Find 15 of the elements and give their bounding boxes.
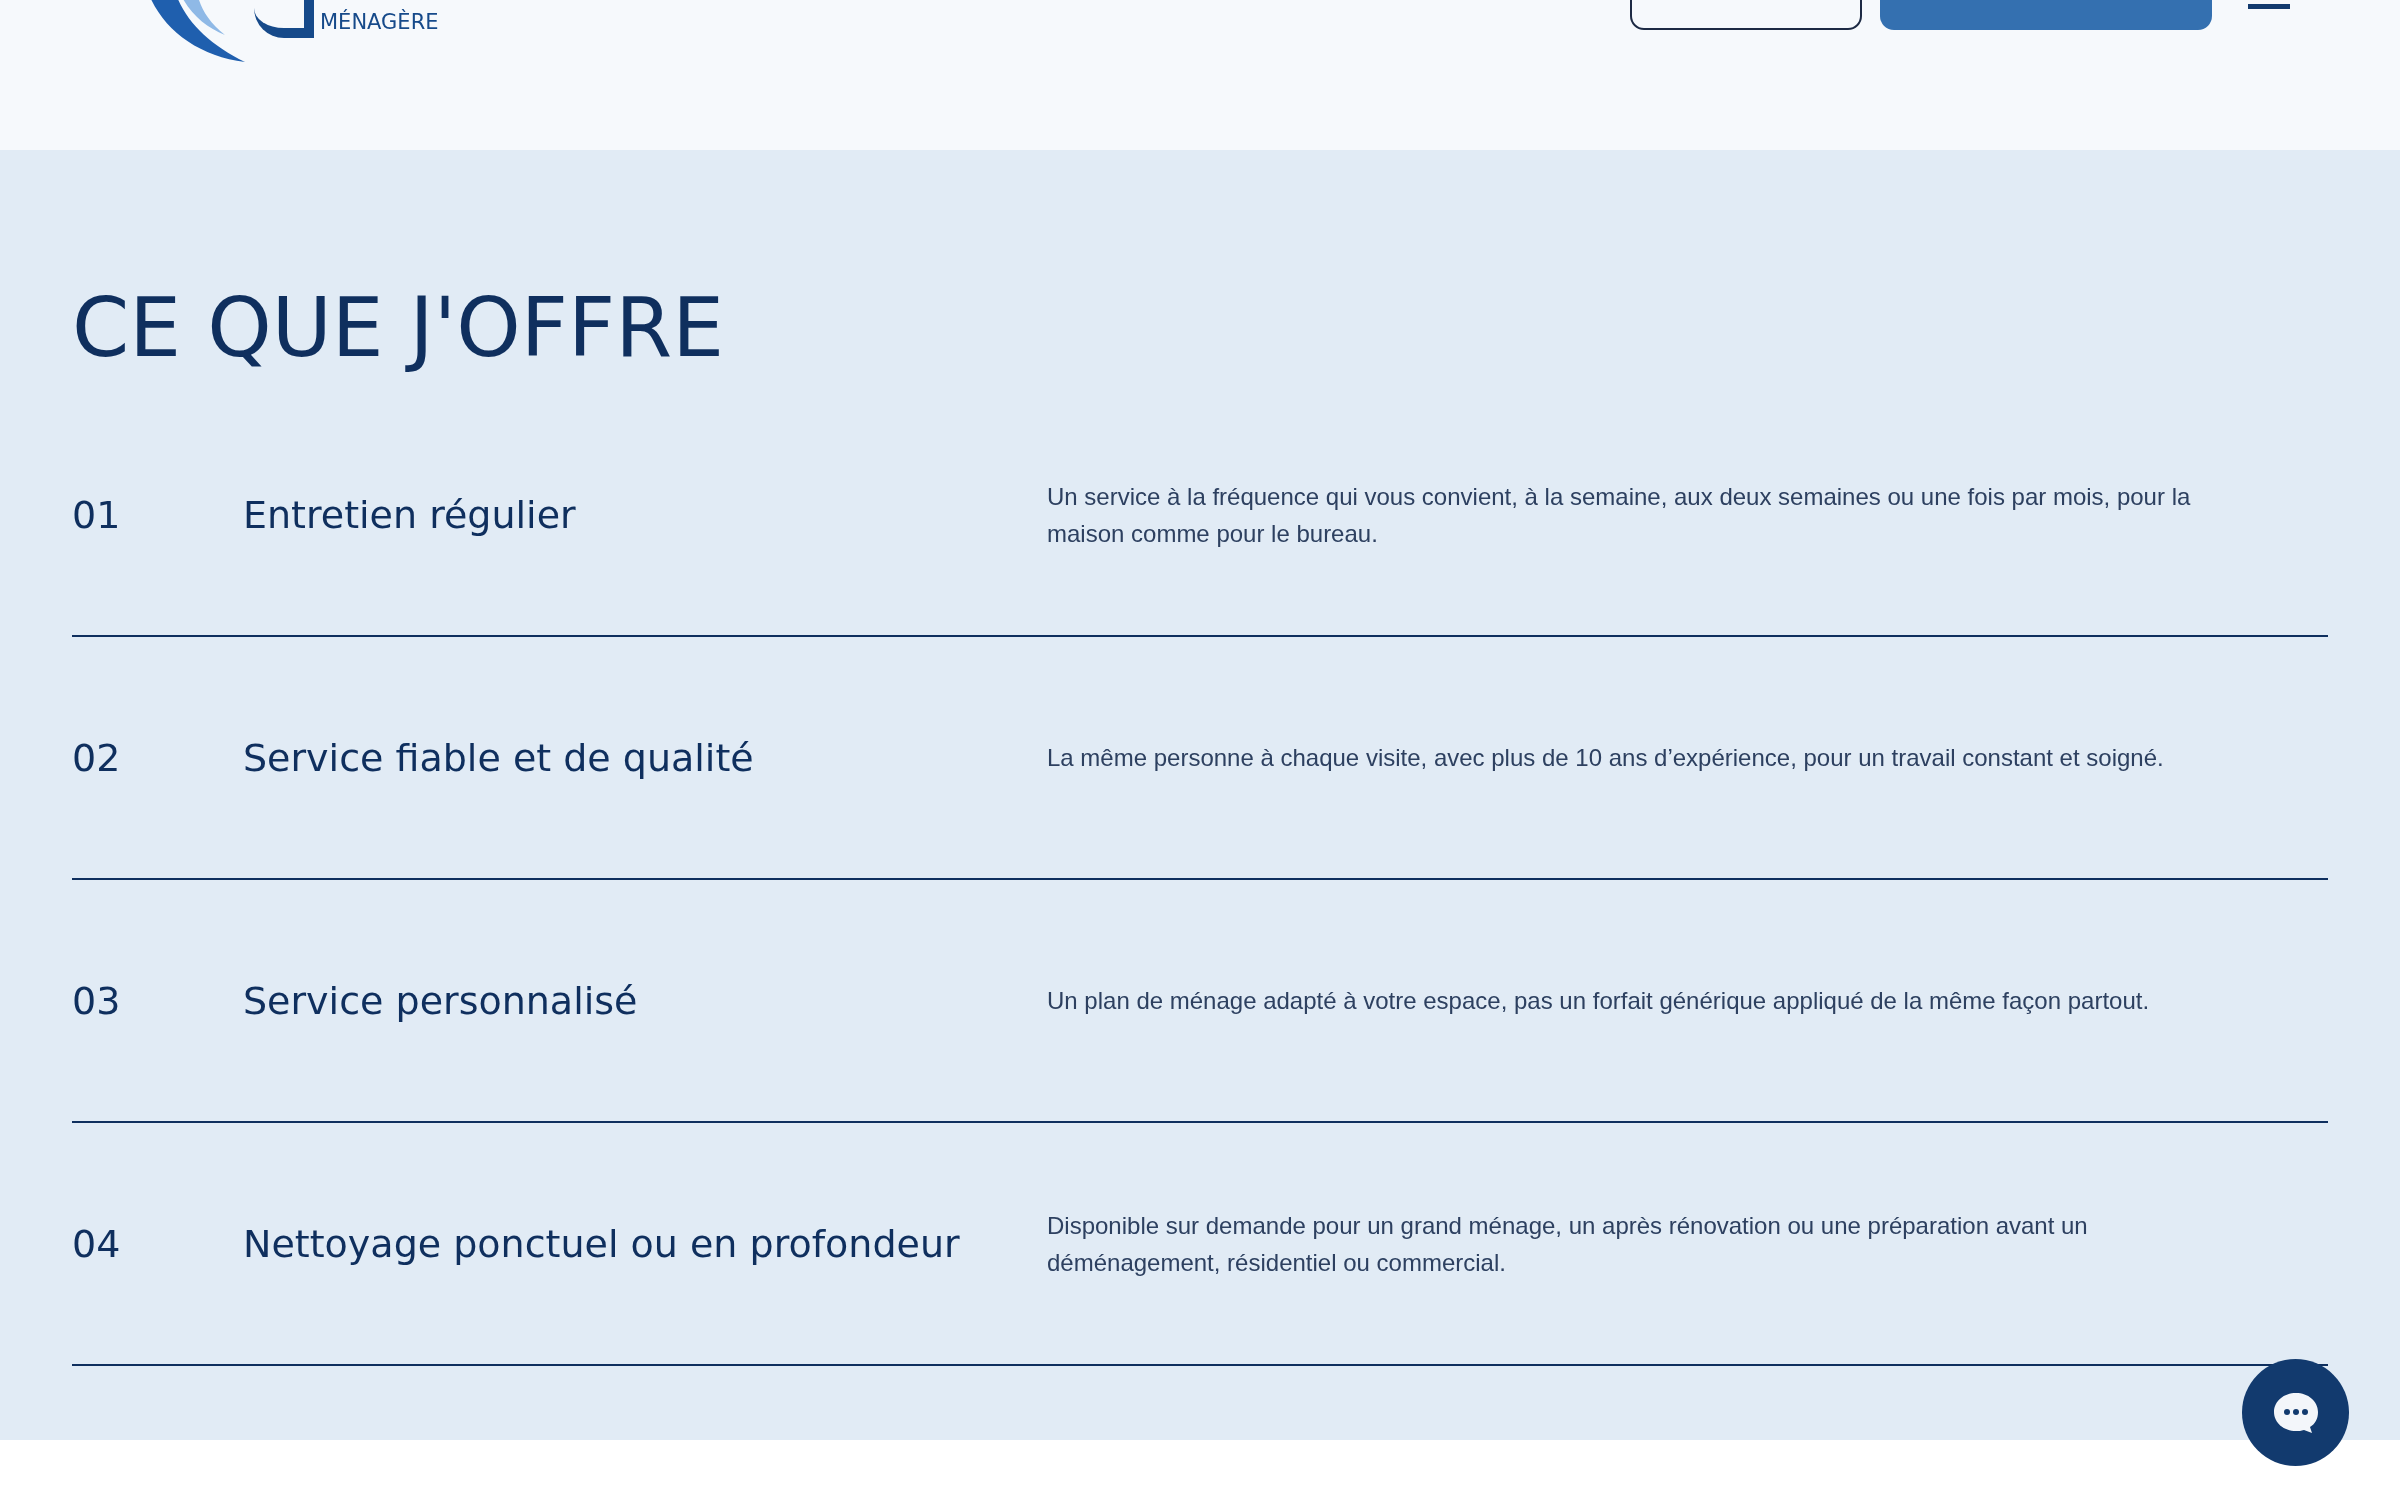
service-title: Entretien régulier (243, 492, 577, 537)
service-number: 03 (72, 978, 122, 1023)
section-title: CE QUE J'OFFRE (72, 279, 725, 377)
service-description: La même personne à chaque visite, avec plus de 10 ans d’expérience, pour un travail constant et soigné. (1047, 743, 2165, 773)
chat-bubble-icon (2271, 1390, 2320, 1435)
service-title: Nettoyage ponctuel ou en profondeur (243, 1221, 961, 1266)
service-description: Un service à la fréquence qui vous convient, à la semaine, aux deux semaines ou une fois par mois, pour la maison comme pour le bureau. (1047, 481, 2192, 549)
service-description: Disponible sur demande pour un grand ménage, un après rénovation ou une préparation avant un déménagement, résidentiel ou commercial. (1047, 1210, 2089, 1278)
service-description: Un plan de ménage adapté à votre espace, pas un forfait générique appliqué de la même façon partout. (1047, 986, 2151, 1016)
service-title: Service personnalisé (243, 978, 639, 1023)
service-number: 04 (72, 1221, 122, 1266)
service-number: 02 (72, 735, 122, 780)
service-title: Service fiable et de qualité (243, 735, 755, 780)
service-number: 01 (72, 492, 122, 537)
logo-subtitle: MÉNAGÈRE (320, 10, 439, 34)
